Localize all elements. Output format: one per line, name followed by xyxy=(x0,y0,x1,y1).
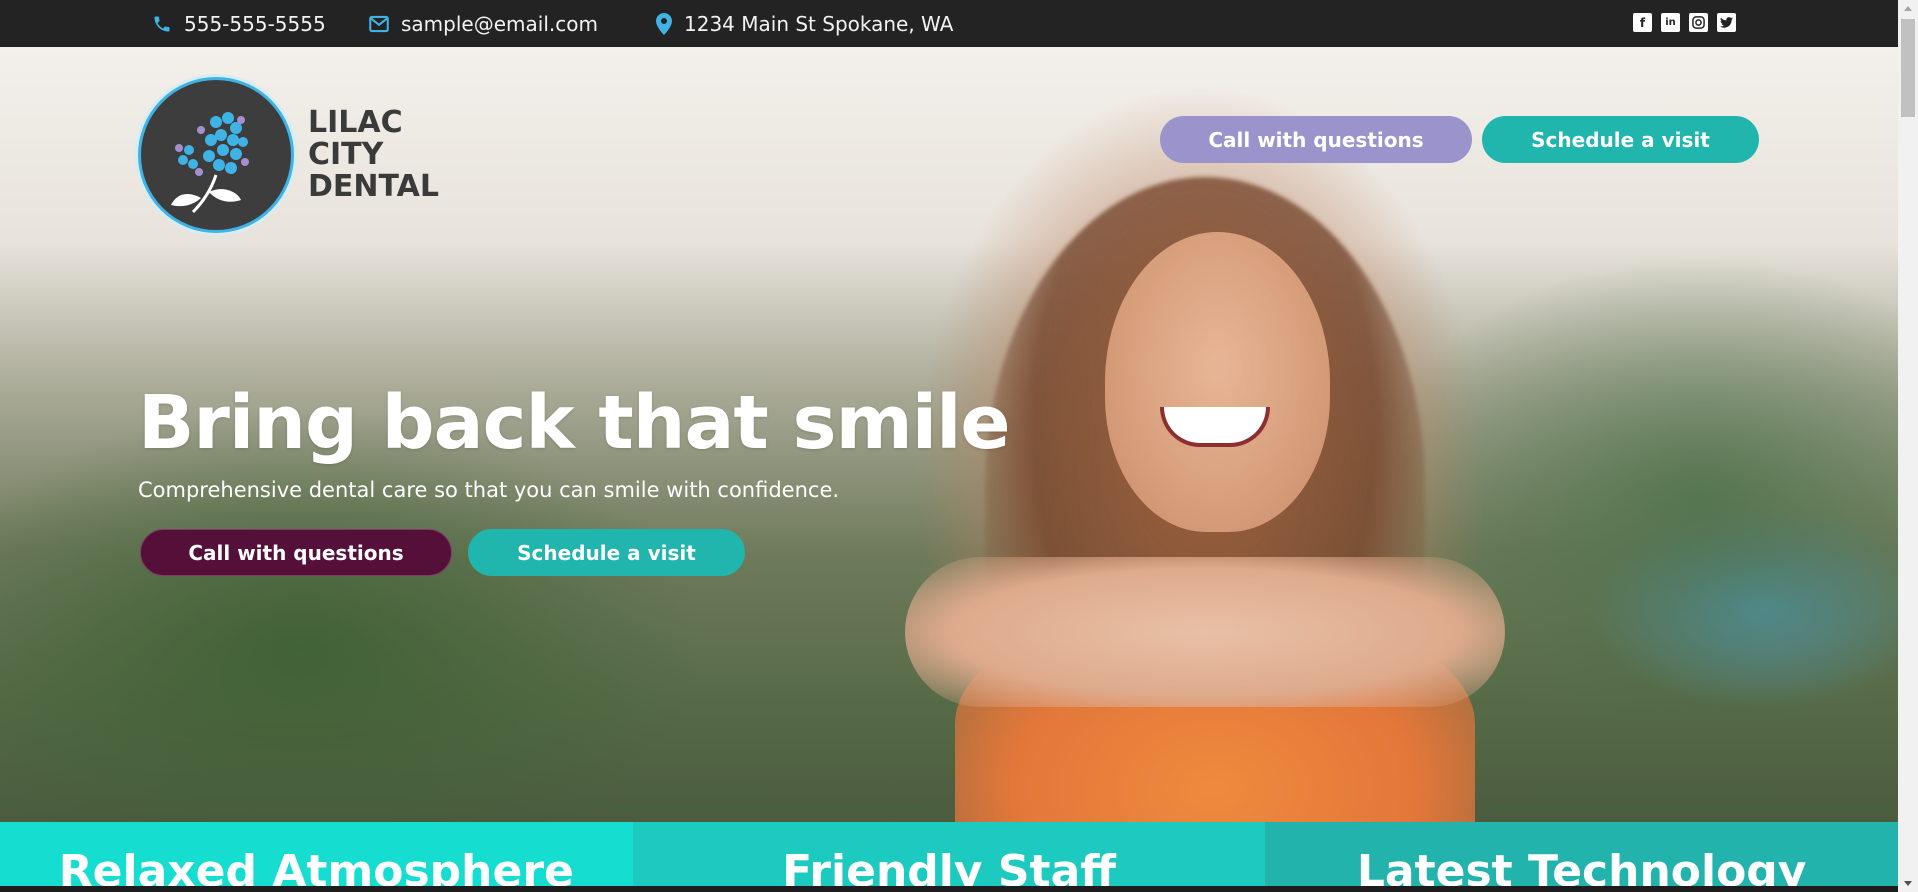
bottom-edge xyxy=(0,886,1898,892)
email-address: sample@email.com xyxy=(401,11,598,36)
street-address: 1234 Main St Spokane, WA xyxy=(684,11,954,36)
vertical-scrollbar[interactable] xyxy=(1898,0,1918,892)
hero-photo-arms xyxy=(905,557,1505,707)
lilac-flower-icon xyxy=(138,77,294,233)
feature-friendly-staff: Friendly Staff xyxy=(632,822,1266,892)
feature-strip: Relaxed Atmosphere Friendly Staff Latest… xyxy=(0,822,1898,892)
logo-line-3: DENTAL xyxy=(308,169,439,204)
scroll-up-arrow-icon[interactable] xyxy=(1898,0,1918,17)
header-call-button[interactable]: Call with questions xyxy=(1160,116,1472,163)
top-contact-bar: 555-555-5555 sample@email.com 1234 Main … xyxy=(0,0,1898,47)
phone-number: 555-555-5555 xyxy=(184,11,326,36)
social-links: f in xyxy=(1633,13,1736,32)
phone-icon xyxy=(154,16,170,31)
linkedin-icon[interactable]: in xyxy=(1661,13,1680,32)
envelope-icon xyxy=(369,15,389,32)
feature-latest-technology: Latest Technology xyxy=(1265,822,1898,892)
email-contact[interactable]: sample@email.com xyxy=(369,0,598,47)
hero-headline: Bring back that smile xyxy=(138,380,1011,466)
header-schedule-button[interactable]: Schedule a visit xyxy=(1482,116,1759,163)
hero-call-button[interactable]: Call with questions xyxy=(140,529,452,576)
logo-line-1: LILAC xyxy=(308,105,403,140)
map-pin-icon xyxy=(656,12,672,35)
address-contact[interactable]: 1234 Main St Spokane, WA xyxy=(656,0,953,47)
scroll-down-arrow-icon[interactable] xyxy=(1898,875,1918,892)
hero-schedule-button[interactable]: Schedule a visit xyxy=(468,529,745,576)
instagram-icon[interactable] xyxy=(1689,13,1708,32)
logo-wordmark: LILAC CITY DENTAL xyxy=(308,107,439,203)
twitter-icon[interactable] xyxy=(1717,13,1736,32)
phone-contact[interactable]: 555-555-5555 xyxy=(152,0,326,47)
site-logo[interactable]: LILAC CITY DENTAL xyxy=(138,77,439,233)
feature-relaxed-atmosphere: Relaxed Atmosphere xyxy=(0,822,633,892)
page: 555-555-5555 sample@email.com 1234 Main … xyxy=(0,0,1898,892)
facebook-icon[interactable]: f xyxy=(1633,13,1652,32)
hero-photo-face xyxy=(1105,232,1330,532)
hero-subheadline: Comprehensive dental care so that you ca… xyxy=(138,478,840,502)
logo-line-2: CITY xyxy=(308,137,384,172)
scrollbar-thumb[interactable] xyxy=(1901,19,1915,117)
